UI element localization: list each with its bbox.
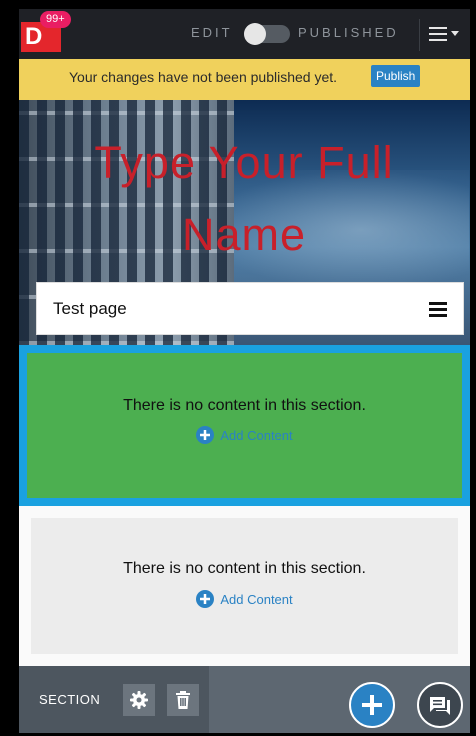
section-toolbar: SECTION — [19, 666, 209, 733]
content-section[interactable]: There is no content in this section. Add… — [19, 506, 470, 666]
top-bar: D 99+ EDIT PUBLISHED — [19, 9, 470, 59]
page-navbar: Test page — [36, 282, 464, 335]
toggle-knob — [244, 23, 266, 45]
section-delete-button[interactable] — [167, 684, 199, 716]
gear-icon — [130, 691, 148, 709]
plus-icon — [362, 695, 382, 715]
section-body: There is no content in this section. Add… — [27, 353, 462, 498]
edit-mode-label: EDIT — [191, 25, 233, 40]
page-title[interactable]: Test page — [53, 299, 127, 319]
main-menu-button[interactable] — [429, 23, 467, 45]
published-mode-label: PUBLISHED — [298, 25, 399, 40]
section-body: There is no content in this section. Add… — [31, 518, 458, 654]
empty-section-message: There is no content in this section. — [123, 560, 366, 577]
hero-title[interactable]: Type Your Full Name — [39, 127, 449, 271]
edit-publish-toggle[interactable] — [244, 23, 290, 45]
caret-down-icon — [451, 31, 459, 36]
chat-icon — [430, 697, 450, 715]
unpublished-message: Your changes have not been published yet… — [69, 69, 338, 85]
trash-icon — [176, 691, 190, 709]
section-toolbar-label: SECTION — [39, 692, 101, 707]
hamburger-icon — [429, 27, 447, 41]
hero-header[interactable]: Type Your Full Name Test page — [19, 100, 470, 345]
chat-button[interactable] — [417, 682, 463, 728]
hamburger-icon[interactable] — [429, 302, 447, 317]
add-content-button[interactable]: Add Content — [27, 426, 462, 444]
publish-button[interactable]: Publish — [371, 65, 421, 87]
unpublished-changes-banner: Your changes have not been published yet… — [19, 59, 470, 100]
empty-section-message: There is no content in this section. — [123, 397, 366, 414]
add-content-button[interactable]: Add Content — [31, 590, 458, 608]
add-content-label: Add Content — [220, 592, 293, 607]
add-section-button[interactable] — [349, 682, 395, 728]
notification-badge[interactable]: 99+ — [40, 11, 71, 28]
section-settings-button[interactable] — [123, 684, 155, 716]
plus-circle-icon — [196, 590, 215, 608]
plus-circle-icon — [196, 426, 215, 444]
app-frame: D 99+ EDIT PUBLISHED Your changes have n… — [19, 9, 470, 733]
add-content-label: Add Content — [220, 428, 293, 443]
topbar-divider — [419, 19, 420, 51]
bottom-toolbar: SECTION — [19, 666, 470, 733]
content-section-selected[interactable]: There is no content in this section. Add… — [19, 345, 470, 506]
